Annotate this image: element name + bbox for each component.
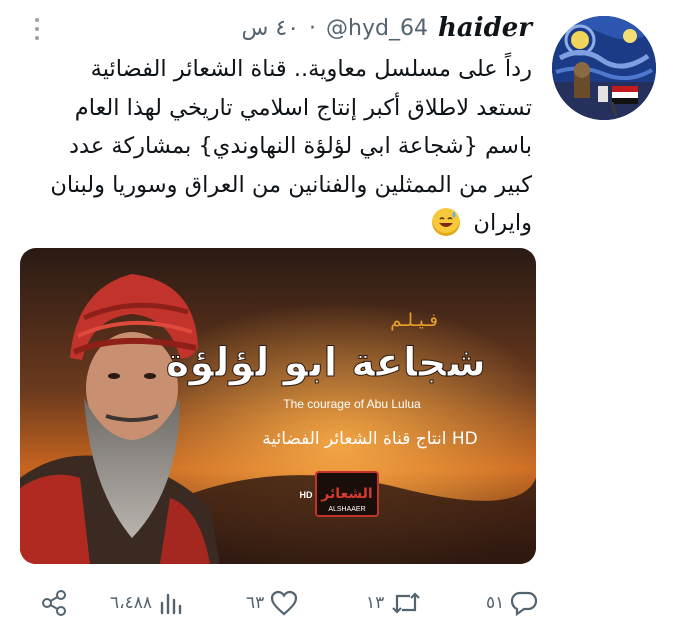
views-button[interactable]: ٦،٤٨٨ [110,588,182,618]
share-button[interactable] [40,588,68,618]
tweet-text-line: باسم {شجاعة ابي لؤلؤة النهاوندي} بمشاركة… [69,133,532,159]
views-count: ٦،٤٨٨ [110,593,153,613]
tweet-text-line: تستعد لاطلاق أكبر إنتاج اسلامي تاريخي له… [74,94,532,121]
tweet-text-line: رداً على مسلسل معاوية.. قناة الشعائر الف… [90,56,532,82]
action-bar: ٦،٤٨٨ ٦٣ ١٣ ٥١ [40,588,560,618]
avatar[interactable] [552,16,656,120]
display-name[interactable]: haider [438,13,532,43]
more-options-icon[interactable] [28,14,46,44]
reply-button[interactable]: ٥١ [486,588,538,618]
like-button[interactable]: ٦٣ [246,588,298,618]
timestamp[interactable]: ٤٠ س [242,16,300,41]
logo-text-arabic: الشعائر [320,486,372,502]
retweets-count: ١٣ [366,593,385,613]
film-poster-image: فـيـلـم شجاعة ابو لؤلؤة The courage of A… [20,248,536,564]
heart-icon [271,590,298,616]
media-image-card[interactable]: فـيـلـم شجاعة ابو لؤلؤة The courage of A… [20,248,536,564]
separator-dot: · [309,15,317,41]
poster-title-english: The courage of Abu Lulua [283,397,421,411]
poster-production-line: انتاج قناة الشعائر الفضائية HD [262,429,478,449]
tweet-text-line: كبير من الممثلين والفنانين من العراق وسو… [50,171,532,198]
poster-title-arabic: شجاعة ابو لؤلؤة [166,340,486,386]
tweet-text-last: وايران [473,210,532,236]
avatar-image [552,16,656,120]
user-handle[interactable]: @hyd_64 [326,16,428,41]
retweet-button[interactable]: ١٣ [366,588,422,618]
tweet-text: رداً على مسلسل معاوية.. قناة الشعائر الف… [32,50,532,243]
replies-count: ٥١ [486,593,505,613]
tweet[interactable]: haider @hyd_64 · ٤٠ س رداً على مسلسل معا… [0,0,680,644]
logo-hd: HD [300,490,313,500]
sweat-smile-emoji-icon [432,208,461,236]
logo-text-english: ALSHAAER [328,506,365,513]
analytics-icon [160,593,182,615]
tweet-header: haider @hyd_64 · ٤٠ س [242,10,532,46]
tweet-text-line: وايران [32,204,532,243]
reply-icon [511,591,538,616]
share-icon [42,590,66,616]
likes-count: ٦٣ [246,593,265,613]
retweet-icon [392,592,421,614]
poster-film-label: فـيـلـم [390,310,438,331]
